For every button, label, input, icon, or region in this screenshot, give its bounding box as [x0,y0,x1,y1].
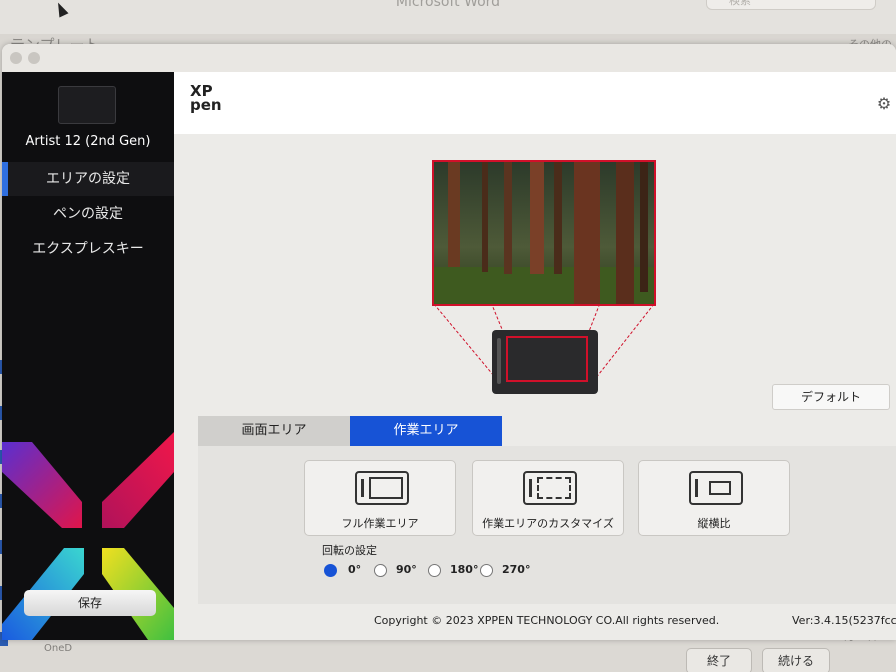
rotation-180-radio[interactable] [428,564,441,577]
sidebar-item-pen-settings[interactable]: ペンの設定 [2,197,174,231]
minimize-window-icon[interactable] [28,52,40,64]
main-content: デフォルト 画面エリア 作業エリア フル作業エリア 作業エリアのカスタマイズ 縦… [174,134,896,640]
aspect-ratio-option[interactable]: 縦横比 [638,460,790,536]
logo-line-pen: pen [190,96,222,114]
option-label: フル作業エリア [341,517,419,530]
background-search-field[interactable]: 検索 [706,0,876,10]
sidebar-item-label: ペンの設定 [53,206,123,222]
version-text: Ver:3.4.15(5237fcc) [792,614,896,627]
screen-preview [432,160,656,306]
full-area-icon [355,471,409,505]
footer: Copyright © 2023 XPPEN TECHNOLOGY CO.All… [174,604,896,640]
work-area-panel: フル作業エリア 作業エリアのカスタマイズ 縦横比 回転の設定 0° 90° 18… [198,446,896,604]
rotation-0-radio[interactable] [324,564,337,577]
xppen-logo: XP pen [190,84,222,114]
quit-button[interactable]: 終了 [686,648,752,672]
full-area-option[interactable]: フル作業エリア [304,460,456,536]
rotation-0-label: 0° [348,563,362,576]
active-indicator [2,162,8,196]
tablet-side-buttons [497,338,501,384]
tab-work-area[interactable]: 作業エリア [350,416,502,446]
rotation-180-label: 180° [450,563,479,576]
sidebar: Artist 12 (2nd Gen) エリアの設定 ペンの設定 エクスプレスキ… [2,72,174,640]
rotation-title: 回転の設定 [322,544,377,557]
custom-area-option[interactable]: 作業エリアのカスタマイズ [472,460,624,536]
rotation-90-radio[interactable] [374,564,387,577]
save-button[interactable]: 保存 [24,590,156,616]
sidebar-item-area-settings[interactable]: エリアの設定 [2,162,174,196]
rotation-270-radio[interactable] [480,564,493,577]
window-titlebar [2,44,896,72]
background-onedrive-label: OneD [44,643,73,654]
copyright-text: Copyright © 2023 XPPEN TECHNOLOGY CO.All… [374,614,720,627]
rotation-270-label: 270° [502,563,531,576]
tablet-active-area[interactable] [506,336,588,382]
option-label: 縦横比 [697,517,731,530]
close-window-icon[interactable] [10,52,22,64]
aspect-ratio-icon [689,471,743,505]
continue-button[interactable]: 続ける [762,648,830,672]
rotation-90-label: 90° [396,563,417,576]
gear-icon[interactable]: ⚙ [874,94,894,114]
sidebar-item-label: エリアの設定 [46,171,130,187]
sidebar-item-label: エクスプレスキー [32,241,144,257]
option-label: 作業エリアのカスタマイズ [482,517,614,530]
pentablet-window: Artist 12 (2nd Gen) エリアの設定 ペンの設定 エクスプレスキ… [2,44,896,640]
default-button[interactable]: デフォルト [772,384,890,410]
sidebar-item-express-keys[interactable]: エクスプレスキー [2,232,174,266]
device-name: Artist 12 (2nd Gen) [25,134,151,149]
tab-screen-area[interactable]: 画面エリア [198,416,350,446]
desktop-wallpaper-image [434,162,654,304]
tablet-device-icon [58,86,116,124]
background-window-titlebar: Microsoft Word 検索 [0,0,896,34]
tablet-preview [492,330,598,394]
custom-area-icon [523,471,577,505]
header: XP pen ⚙ [174,72,896,134]
